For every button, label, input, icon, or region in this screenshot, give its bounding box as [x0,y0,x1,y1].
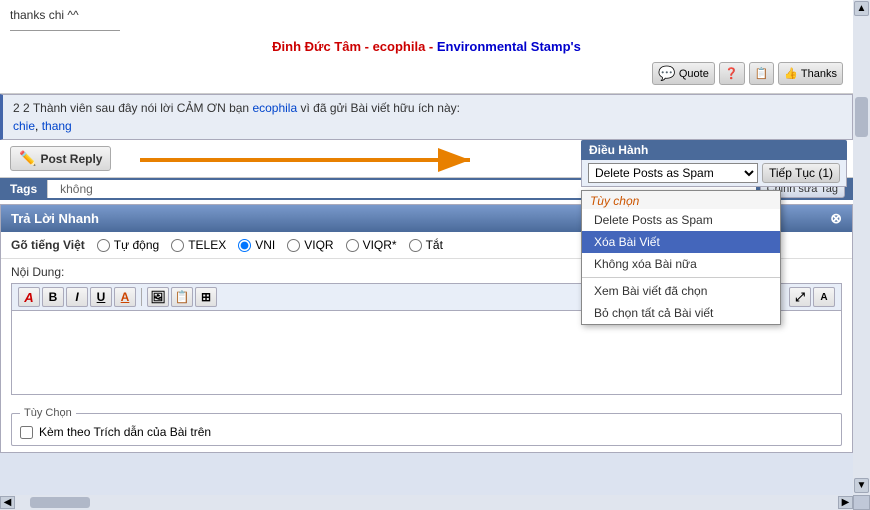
tuy-chon-label: Tùy chọn [582,191,780,209]
radio-telex[interactable]: TELEX [171,238,226,252]
radio-viqr-label: VIQR [304,238,333,252]
btn2-icon: ❓ [725,67,739,80]
scrollbar-right: ▲ ▼ [853,0,870,510]
post-divider [10,30,120,31]
thankyou-section: 2 2 Thành viên sau đây nói lời CẢM ƠN bạ… [0,94,853,140]
thankyou-text1: 2 Thành viên sau đây nói lời CẢM ƠN bạn [23,101,249,115]
dropdown-item-delete-spam[interactable]: Delete Posts as Spam [582,209,780,231]
post-reply-label: Post Reply [40,152,102,166]
go-tieng-viet-label: Gõ tiếng Việt [11,238,85,252]
radio-tat-label: Tắt [426,238,443,252]
post-title-red: Đinh Đức Tâm - ecophila - [272,39,437,54]
thankyou-links: chie, thang [13,119,842,133]
btn3[interactable]: 📋 [749,62,775,85]
scroll-right-arrow[interactable]: ▶ [838,496,853,509]
scroll-track [853,17,870,510]
reply-icon: ✏️ [19,150,36,167]
dropdown-item-bo-chon[interactable]: Bỏ chọn tất cả Bài viết [582,302,780,324]
tuy-chon-checkbox-label: Kèm theo Trích dẫn của Bài trên [39,425,211,439]
tags-header: Tags [0,178,47,200]
member-link-chie[interactable]: chie [13,119,35,133]
tuy-chon-row: Kèm theo Trích dẫn của Bài trên [20,423,833,441]
dieu-hanh-select[interactable]: Delete Posts as Spam Xóa Bài Viết Không … [588,163,758,183]
quote-label: Quote [679,68,709,80]
thanks-label: Thanks [801,68,837,80]
radio-telex-input[interactable] [171,239,184,252]
radio-viqr-star-input[interactable] [346,239,359,252]
tuy-chon-legend: Tùy Chọn [20,407,76,419]
thanks-button[interactable]: 👍 Thanks [778,62,843,85]
post-title-blue: Environmental Stamp's [437,39,581,54]
quote-icon: 💬 [658,65,675,82]
post-reply-row: ✏️ Post Reply Đi [0,140,853,178]
post-reply-button[interactable]: ✏️ Post Reply [10,146,111,171]
arrow-overlay [130,142,550,181]
post-content: thanks chi ^^ Đinh Đức Tâm - ecophila - … [0,0,853,94]
toolbar-resize1-btn[interactable]: ⤢ [789,287,811,307]
thankyou-count: 2 [13,101,20,115]
radio-vni-label: VNI [255,238,275,252]
radio-tat[interactable]: Tắt [409,238,443,252]
thankyou-link[interactable]: ecophila [252,101,297,115]
dropdown-menu: Tùy chọn Delete Posts as Spam Xóa Bài Vi… [581,190,781,325]
radio-viqr-input[interactable] [287,239,300,252]
toolbar-resize2-btn[interactable]: A [813,287,835,307]
radio-vni-input[interactable] [238,239,251,252]
tuy-chon-fieldset: Tùy Chọn Kèm theo Trích dẫn của Bài trên [11,407,842,446]
toolbar-image-btn[interactable]: 🖼 [147,287,169,307]
radio-viqr-star-label: VIQR* [363,238,397,252]
dieu-hanh-panel: Điều Hành Delete Posts as Spam Xóa Bài V… [581,140,847,187]
toolbar-insert-btn[interactable]: 📋 [171,287,193,307]
toolbar-underline-btn[interactable]: U [90,287,112,307]
radio-vni[interactable]: VNI [238,238,275,252]
post-actions: 💬 Quote ❓ 📋 👍 Thanks [10,58,843,89]
scroll-down-arrow[interactable]: ▼ [854,478,869,493]
radio-tu-dong[interactable]: Tự động [97,238,159,252]
toolbar-color-btn[interactable]: A [114,287,136,307]
dropdown-item-khong-xoa[interactable]: Không xóa Bài nữa [582,253,780,275]
btn2[interactable]: ❓ [719,62,745,85]
tags-value: không [56,180,97,198]
tuy-chon-checkbox[interactable] [20,426,33,439]
scroll-thumb-h[interactable] [30,497,90,508]
toolbar-table-btn[interactable]: ⊞ [195,287,217,307]
scroll-up-arrow[interactable]: ▲ [854,1,869,16]
tra-loi-title: Trả Lời Nhanh [11,211,99,226]
scroll-left-arrow[interactable]: ◀ [0,496,15,509]
toolbar-italic-btn[interactable]: I [66,287,88,307]
dropdown-item-xoa-bai[interactable]: Xóa Bài Viết [582,231,780,253]
dropdown-divider [582,277,780,278]
radio-viqr-star[interactable]: VIQR* [346,238,397,252]
toolbar-sep1 [141,288,142,306]
tiep-tuc-button[interactable]: Tiếp Tục (1) [762,163,840,183]
dieu-hanh-row: Delete Posts as Spam Xóa Bài Viết Không … [581,160,847,187]
btn3-icon: 📋 [755,67,769,80]
quote-button[interactable]: 💬 Quote [652,62,714,85]
scroll-corner [853,495,870,510]
scrollbar-bottom: ◀ ▶ [0,495,853,510]
toolbar-font-btn[interactable]: A [18,287,40,307]
arrow-svg [130,142,550,178]
post-title: Đinh Đức Tâm - ecophila - Environmental … [10,35,843,58]
dropdown-item-xem-bai[interactable]: Xem Bài viết đã chọn [582,280,780,302]
toolbar-bold-btn[interactable]: B [42,287,64,307]
thankyou-text: 2 2 Thành viên sau đây nói lời CẢM ƠN bạ… [13,101,842,115]
collapse-icon[interactable]: ⊗ [830,210,842,227]
scroll-thumb-right[interactable] [855,97,868,137]
radio-tat-input[interactable] [409,239,422,252]
thanks-icon: 👍 [784,67,798,80]
radio-viqr[interactable]: VIQR [287,238,333,252]
thankyou-text2: vì đã gửi Bài viết hữu ích này: [300,101,459,115]
post-text: thanks chi ^^ [10,8,843,26]
radio-tu-dong-label: Tự động [114,238,159,252]
dieu-hanh-header: Điều Hành [581,140,847,160]
radio-tu-dong-input[interactable] [97,239,110,252]
radio-telex-label: TELEX [188,238,226,252]
member-link-thang[interactable]: thang [42,119,72,133]
